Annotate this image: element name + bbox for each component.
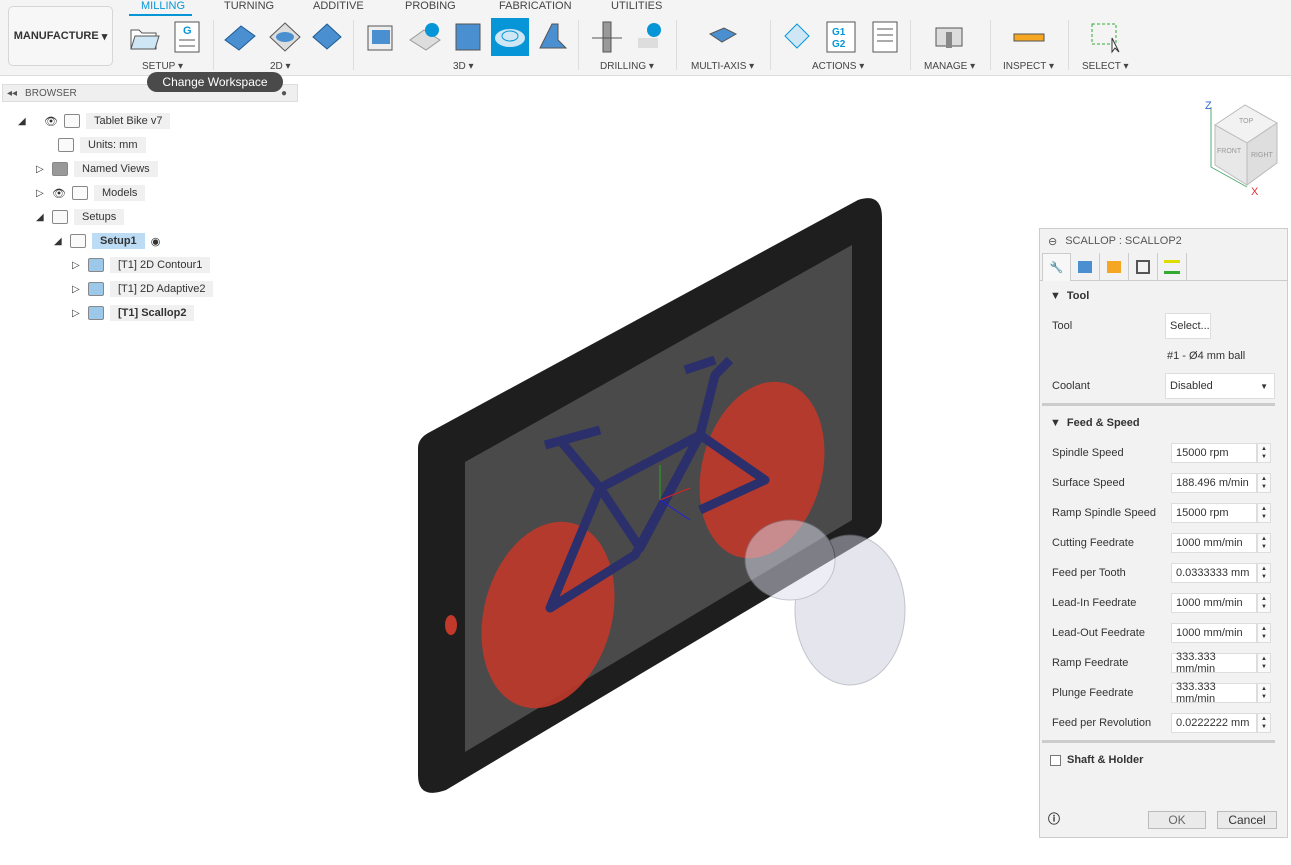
spinner[interactable]: ▲ ▼ <box>1257 443 1271 463</box>
view-cube[interactable]: TOP FRONT RIGHT Z X <box>1195 95 1285 200</box>
spinner[interactable]: ▲ ▼ <box>1257 653 1271 673</box>
field-row: Lead-Out Feedrate 1000 mm/min ▲ ▼ <box>1040 618 1287 648</box>
ok-button[interactable]: OK <box>1148 811 1206 829</box>
info-icon[interactable]: ⓘ <box>1048 810 1060 827</box>
axis-x-label: X <box>1251 186 1259 198</box>
linking-icon <box>1164 260 1180 274</box>
field-label: Plunge Feedrate <box>1052 687 1134 699</box>
heights-icon <box>1107 261 1121 273</box>
dialog-title: SCALLOP : SCALLOP2 <box>1065 235 1182 247</box>
cancel-button[interactable]: Cancel <box>1217 811 1277 829</box>
field-input[interactable]: 15000 rpm <box>1171 503 1257 523</box>
spinner[interactable]: ▲ ▼ <box>1257 563 1271 583</box>
section-label: Shaft & Holder <box>1067 754 1144 766</box>
coolant-row: Coolant Disabled ▼ <box>1040 371 1287 401</box>
field-row: Spindle Speed 15000 rpm ▲ ▼ <box>1040 438 1287 468</box>
scallop-dialog: ⊖ SCALLOP : SCALLOP2 🔧 ▼ Tool Tool Select..… <box>1039 228 1288 838</box>
field-label: Feed per Tooth <box>1052 567 1126 579</box>
spinner[interactable]: ▲ ▼ <box>1257 623 1271 643</box>
divider <box>1042 740 1275 743</box>
coolant-select[interactable]: Disabled ▼ <box>1165 373 1275 399</box>
tool-row: Tool Select... <box>1040 311 1287 341</box>
field-label: Ramp Feedrate <box>1052 657 1129 669</box>
field-input[interactable]: 1000 mm/min <box>1171 593 1257 613</box>
field-input[interactable]: 188.496 m/min <box>1171 473 1257 493</box>
collapse-dialog-icon[interactable]: ⊖ <box>1048 235 1057 248</box>
field-label: Cutting Feedrate <box>1052 537 1134 549</box>
separator <box>1068 20 1069 70</box>
cube-right[interactable]: RIGHT <box>1251 152 1274 159</box>
spinner[interactable]: ▲ ▼ <box>1257 503 1271 523</box>
field-input[interactable]: 333.333 mm/min <box>1171 681 1257 705</box>
divider <box>1042 403 1275 406</box>
tooltip: Change Workspace <box>147 72 283 92</box>
spinner[interactable]: ▲ ▼ <box>1257 683 1271 703</box>
feed-section-header[interactable]: ▼ Feed & Speed <box>1040 408 1287 438</box>
field-row: Cutting Feedrate 1000 mm/min ▲ ▼ <box>1040 528 1287 558</box>
field-label: Surface Speed <box>1052 477 1125 489</box>
tab-geometry[interactable] <box>1071 253 1100 281</box>
tool-select-button[interactable]: Select... <box>1165 313 1211 339</box>
field-input[interactable]: 333.333 mm/min <box>1171 651 1257 675</box>
spinner[interactable]: ▲ ▼ <box>1257 473 1271 493</box>
section-label: Feed & Speed <box>1066 417 1140 429</box>
tool-section-header[interactable]: ▼ Tool <box>1040 281 1287 311</box>
field-input[interactable]: 1000 mm/min <box>1171 533 1257 553</box>
spinner[interactable]: ▲ ▼ <box>1257 713 1271 733</box>
field-label: Coolant <box>1052 380 1090 392</box>
tool-icon: 🔧 <box>1049 262 1064 274</box>
spinner[interactable]: ▲ ▼ <box>1257 533 1271 553</box>
shaft-section-header[interactable]: Shaft & Holder <box>1040 745 1287 775</box>
tool-ghost <box>744 519 906 686</box>
tab-linking[interactable] <box>1158 253 1187 281</box>
field-input[interactable]: 0.0222222 mm <box>1171 713 1257 733</box>
tool-desc: #1 - Ø4 mm ball <box>1167 350 1246 362</box>
tab-passes[interactable] <box>1129 253 1158 281</box>
cube-top[interactable]: TOP <box>1239 118 1254 125</box>
cube-front[interactable]: FRONT <box>1217 148 1242 155</box>
passes-icon <box>1136 260 1150 274</box>
tab-tool[interactable]: 🔧 <box>1042 253 1071 281</box>
window-select-icon[interactable] <box>1090 20 1124 54</box>
field-label: Lead-In Feedrate <box>1052 597 1137 609</box>
dropdown-arrow-icon: ▼ <box>1260 381 1268 391</box>
field-input[interactable]: 1000 mm/min <box>1171 623 1257 643</box>
field-row: Feed per Revolution 0.0222222 mm ▲ ▼ <box>1040 708 1287 738</box>
geometry-icon <box>1078 261 1092 273</box>
shaft-checkbox[interactable] <box>1050 754 1061 766</box>
collapse-triangle-icon: ▼ <box>1050 290 1061 302</box>
field-row: Ramp Feedrate 333.333 mm/min ▲ ▼ <box>1040 648 1287 678</box>
model-viewport[interactable] <box>0 0 1040 865</box>
field-label: Ramp Spindle Speed <box>1052 507 1156 519</box>
spinner[interactable]: ▲ ▼ <box>1257 593 1271 613</box>
field-row: Ramp Spindle Speed 15000 rpm ▲ ▼ <box>1040 498 1287 528</box>
field-input[interactable]: 15000 rpm <box>1171 443 1257 463</box>
field-label: Lead-Out Feedrate <box>1052 627 1145 639</box>
field-label: Spindle Speed <box>1052 447 1124 459</box>
coolant-value: Disabled <box>1170 380 1213 392</box>
field-label: Tool <box>1052 320 1073 332</box>
tab-heights[interactable] <box>1100 253 1129 281</box>
tablet-button <box>445 615 457 635</box>
field-row: Surface Speed 188.496 m/min ▲ ▼ <box>1040 468 1287 498</box>
field-row: Lead-In Feedrate 1000 mm/min ▲ ▼ <box>1040 588 1287 618</box>
group-select[interactable]: SELECT ▾ <box>1082 61 1129 72</box>
collapse-triangle-icon: ▼ <box>1050 417 1061 429</box>
section-label: Tool <box>1066 290 1090 302</box>
field-label: Feed per Revolution <box>1052 717 1152 729</box>
field-row: Feed per Tooth 0.0333333 mm ▲ ▼ <box>1040 558 1287 588</box>
field-row: Plunge Feedrate 333.333 mm/min ▲ ▼ <box>1040 678 1287 708</box>
field-input[interactable]: 0.0333333 mm <box>1171 563 1257 583</box>
axis-z-label: Z <box>1205 100 1212 112</box>
